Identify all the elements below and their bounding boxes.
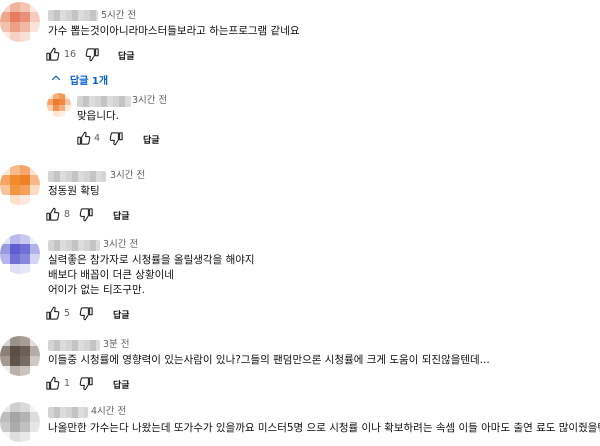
thumbs-down-icon[interactable] <box>79 376 94 391</box>
avatar[interactable] <box>0 2 40 42</box>
comment-text: 가수 뽑는것이아니라마스터들보라고 하는프로그램 같네요 <box>48 25 300 37</box>
comment-text-line: 실력좋은 참가자로 시청률을 올릴생각을 해야지 <box>48 254 255 266</box>
like-count: 16 <box>64 49 77 60</box>
avatar[interactable] <box>0 402 40 442</box>
reply-comment: 3시간 전 맞읍니다. 4 답글 <box>0 88 600 154</box>
thumbs-down-icon[interactable] <box>85 47 100 62</box>
reply-button[interactable]: 답글 <box>113 308 130 321</box>
comment-actions: 16 답글 <box>45 47 245 63</box>
like-count: 1 <box>64 378 71 389</box>
comment-time[interactable]: 3시간 전 <box>110 170 145 182</box>
comment: 5시간 전 가수 뽑는것이아니라마스터들보라고 하는프로그램 같네요 16 답글 <box>0 0 600 70</box>
comment-text: 나올만한 가수는다 나왔는데 또가수가 있을까요 미스터5명 으로 시청률 이나… <box>48 422 600 434</box>
thumbs-up-icon[interactable] <box>45 47 60 62</box>
reply-button[interactable]: 답글 <box>118 49 135 62</box>
comment: 3시간 전 실력좋은 참가자로 시청률을 올릴생각을 해야지 배보다 배꼽이 더… <box>0 234 600 328</box>
thumbs-up-icon[interactable] <box>45 207 60 222</box>
thumbs-up-icon[interactable] <box>45 306 60 321</box>
author-name[interactable] <box>48 407 88 418</box>
comment-time[interactable]: 3분 전 <box>103 339 130 351</box>
comment-actions: 4 답글 <box>76 131 276 147</box>
avatar[interactable] <box>0 336 40 376</box>
author-name[interactable] <box>48 240 100 251</box>
comment-text: 이들중 시청률에 영향력이 있는사람이 있나?그들의 팬덤만으론 시청률에 크게… <box>48 354 490 366</box>
reply-button[interactable]: 답글 <box>113 378 130 391</box>
comment: 3분 전 이들중 시청률에 영향력이 있는사람이 있나?그들의 팬덤만으론 시청… <box>0 334 600 398</box>
comment-text: 정동원 확팅 <box>48 185 100 197</box>
author-name[interactable] <box>77 96 131 107</box>
replies-toggle-label: 답글 1개 <box>70 75 109 87</box>
replies-toggle-button[interactable]: 답글 1개 <box>50 71 108 87</box>
reply-button[interactable]: 답글 <box>143 133 160 146</box>
reply-button[interactable]: 답글 <box>113 209 130 222</box>
thumbs-up-icon[interactable] <box>76 131 91 146</box>
comment-time[interactable]: 3시간 전 <box>132 95 167 107</box>
thumbs-down-icon[interactable] <box>109 131 124 146</box>
comment-actions: 1 답글 <box>45 376 245 392</box>
thumbs-down-icon[interactable] <box>79 207 94 222</box>
like-count: 8 <box>64 209 71 220</box>
comment-actions: 8 답글 <box>45 207 245 223</box>
avatar[interactable] <box>0 234 40 274</box>
comment-text: 맞읍니다. <box>77 110 119 122</box>
author-name[interactable] <box>48 171 106 182</box>
thumbs-up-icon[interactable] <box>45 376 60 391</box>
comment-time[interactable]: 4시간 전 <box>91 406 126 418</box>
comment-text-line: 배보다 배꼽이 더큰 상황이네 <box>48 269 174 281</box>
comment-time[interactable]: 3시간 전 <box>103 239 138 251</box>
comment: 4시간 전 나올만한 가수는다 나왔는데 또가수가 있을까요 미스터5명 으로 … <box>0 402 600 446</box>
comment-time[interactable]: 5시간 전 <box>101 10 136 22</box>
like-count: 5 <box>64 308 71 319</box>
chevron-up-icon <box>50 72 70 87</box>
comment: 3시간 전 정동원 확팅 8 답글 <box>0 164 600 230</box>
avatar[interactable] <box>0 165 40 205</box>
comment-text-line: 어이가 없는 티조구만. <box>48 284 145 296</box>
like-count: 4 <box>94 133 101 144</box>
author-name[interactable] <box>48 340 100 351</box>
thumbs-down-icon[interactable] <box>79 306 94 321</box>
author-name[interactable] <box>48 10 98 21</box>
comment-actions: 5 답글 <box>45 306 245 322</box>
avatar[interactable] <box>47 93 71 117</box>
